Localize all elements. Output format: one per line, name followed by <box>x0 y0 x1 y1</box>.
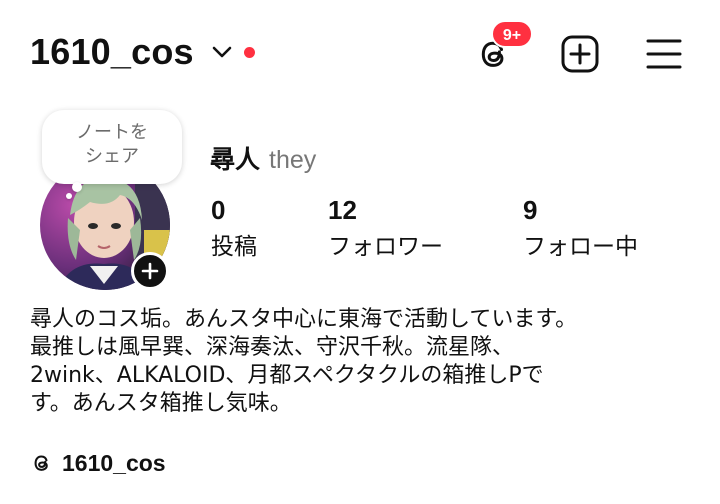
threads-handle[interactable]: 1610_cos <box>62 450 166 477</box>
bio-line: 尋人のコス垢。あんスタ中心に東海で活動しています。 <box>30 307 578 332</box>
threads-icon <box>34 455 48 471</box>
followers-label[interactable]: フォロワー <box>328 232 443 262</box>
pronouns: they <box>269 146 317 174</box>
bio-line: 2wink、ALKALOID、月都スペクタクルの箱推しPで <box>30 363 544 388</box>
threads-badge: 9+ <box>491 20 533 48</box>
share-note-bubble[interactable]: ノートを シェア <box>42 110 182 184</box>
profile-header: 1610_cos 9+ <box>0 0 720 110</box>
posts-count[interactable]: 0 <box>211 194 225 226</box>
username[interactable]: 1610_cos <box>30 30 194 74</box>
add-story-icon[interactable] <box>131 252 169 290</box>
hamburger-menu-icon[interactable] <box>644 34 684 74</box>
followers-count[interactable]: 12 <box>328 194 357 226</box>
notification-dot <box>244 47 255 58</box>
plus-square-icon[interactable] <box>560 34 600 74</box>
display-name: 尋人 <box>210 145 261 174</box>
threads-profile-link[interactable]: 1610_cos <box>30 446 166 480</box>
following-label[interactable]: フォロー中 <box>523 232 638 262</box>
note-bubble-tail <box>72 182 82 192</box>
posts-label[interactable]: 投稿 <box>211 232 257 262</box>
chevron-down-icon[interactable] <box>211 44 233 60</box>
bio-line: 最推しは風早巽、深海奏汰、守沢千秋。流星隊、 <box>30 335 515 360</box>
bio: 尋人のコス垢。あんスタ中心に東海で活動しています。 最推しは風早巽、深海奏汰、守… <box>30 306 690 418</box>
note-line-2: シェア <box>85 146 139 167</box>
note-bubble-tail-small <box>66 193 72 199</box>
bio-line: す。あんスタ箱推し気味。 <box>30 391 292 416</box>
following-count[interactable]: 9 <box>523 194 537 226</box>
note-line-1: ノートを <box>76 122 148 143</box>
